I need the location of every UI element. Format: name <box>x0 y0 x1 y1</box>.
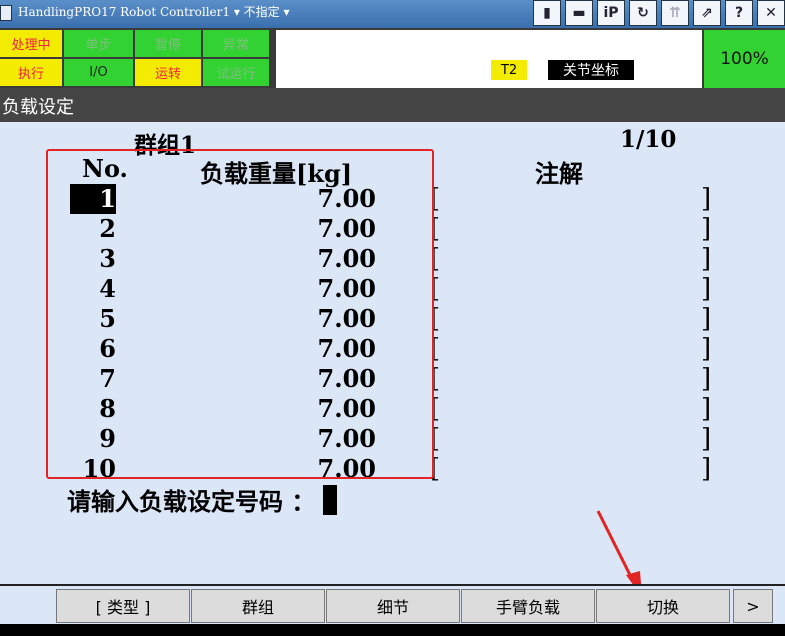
toolbar-icons: ▮ ▬ iP ↻ ⇈ ⇗ ? ✕ <box>529 0 785 28</box>
input-cursor[interactable] <box>323 484 338 515</box>
screen-title: 负载设定 <box>2 97 74 118</box>
status-indicator: 运转 <box>135 59 201 86</box>
function-key-3[interactable]: 细节 <box>326 589 460 623</box>
trash-icon[interactable]: ▮ <box>533 0 561 26</box>
comment-bracket-close: ] <box>701 394 712 424</box>
coord-system-indicator: 关节坐标 <box>548 60 634 80</box>
comment-bracket-close: ] <box>701 364 712 394</box>
status-indicator: 执行 <box>0 59 62 86</box>
function-key-bar: [ 类型 ] 群组 细节 手臂负载 切换 > <box>0 584 785 624</box>
bottom-strip <box>0 624 785 636</box>
help-icon[interactable]: ? <box>725 0 753 26</box>
comment-bracket-close: ] <box>701 274 712 304</box>
status-indicator: 异常 <box>203 30 269 57</box>
speed-override[interactable]: 100% <box>704 30 785 88</box>
tree-icon[interactable]: ⇈ <box>661 0 689 26</box>
window-title: HandlingPRO17 Robot Controller1 ▾ 不指定 ▾ <box>18 5 290 19</box>
comment-bracket-close: ] <box>701 304 712 334</box>
input-prompt: 请输入负载设定号码 ： <box>67 482 338 517</box>
payload-setup-screen: 群组1 1/10 No. 负载重量[kg] 注解 1 7.00[] 2 7.00[] 3… <box>0 122 785 584</box>
title-bar: HandlingPRO17 Robot Controller1 ▾ 不指定 ▾ … <box>0 0 785 28</box>
function-key-1[interactable]: [ 类型 ] <box>56 589 190 623</box>
prompt-text: 请输入负载设定号码 ： <box>67 487 316 516</box>
status-panel <box>276 30 702 88</box>
keyboard-icon[interactable]: ▬ <box>565 0 593 26</box>
comment-bracket-close: ] <box>701 214 712 244</box>
comment-bracket-close: ] <box>701 244 712 274</box>
page-indicator: 1/10 <box>620 126 677 153</box>
status-indicator: I/O <box>64 59 133 86</box>
screen-header: 负载设定 <box>0 88 785 122</box>
function-key-2[interactable]: 群组 <box>191 589 325 623</box>
next-page-button[interactable]: > <box>733 589 773 623</box>
app-icon <box>0 5 12 21</box>
close-icon[interactable]: ✕ <box>757 0 785 26</box>
export-icon[interactable]: ⇗ <box>693 0 721 26</box>
function-key-4[interactable]: 手臂负载 <box>461 589 595 623</box>
function-key-5[interactable]: 切换 <box>596 589 730 623</box>
status-indicator: 暂停 <box>135 30 201 57</box>
highlight-box <box>46 149 434 479</box>
refresh-icon[interactable]: ↻ <box>629 0 657 26</box>
comment-bracket-close: ] <box>701 424 712 454</box>
comment-bracket-close: ] <box>701 454 712 484</box>
comment-bracket-close: ] <box>701 334 712 364</box>
status-indicator: 单步 <box>64 30 133 57</box>
status-indicator: 处理中 <box>0 30 62 57</box>
ip-icon[interactable]: iP <box>597 0 625 26</box>
mode-indicator: T2 <box>491 60 527 80</box>
comment-bracket-close: ] <box>701 184 712 214</box>
status-indicator: 试运行 <box>203 59 269 86</box>
